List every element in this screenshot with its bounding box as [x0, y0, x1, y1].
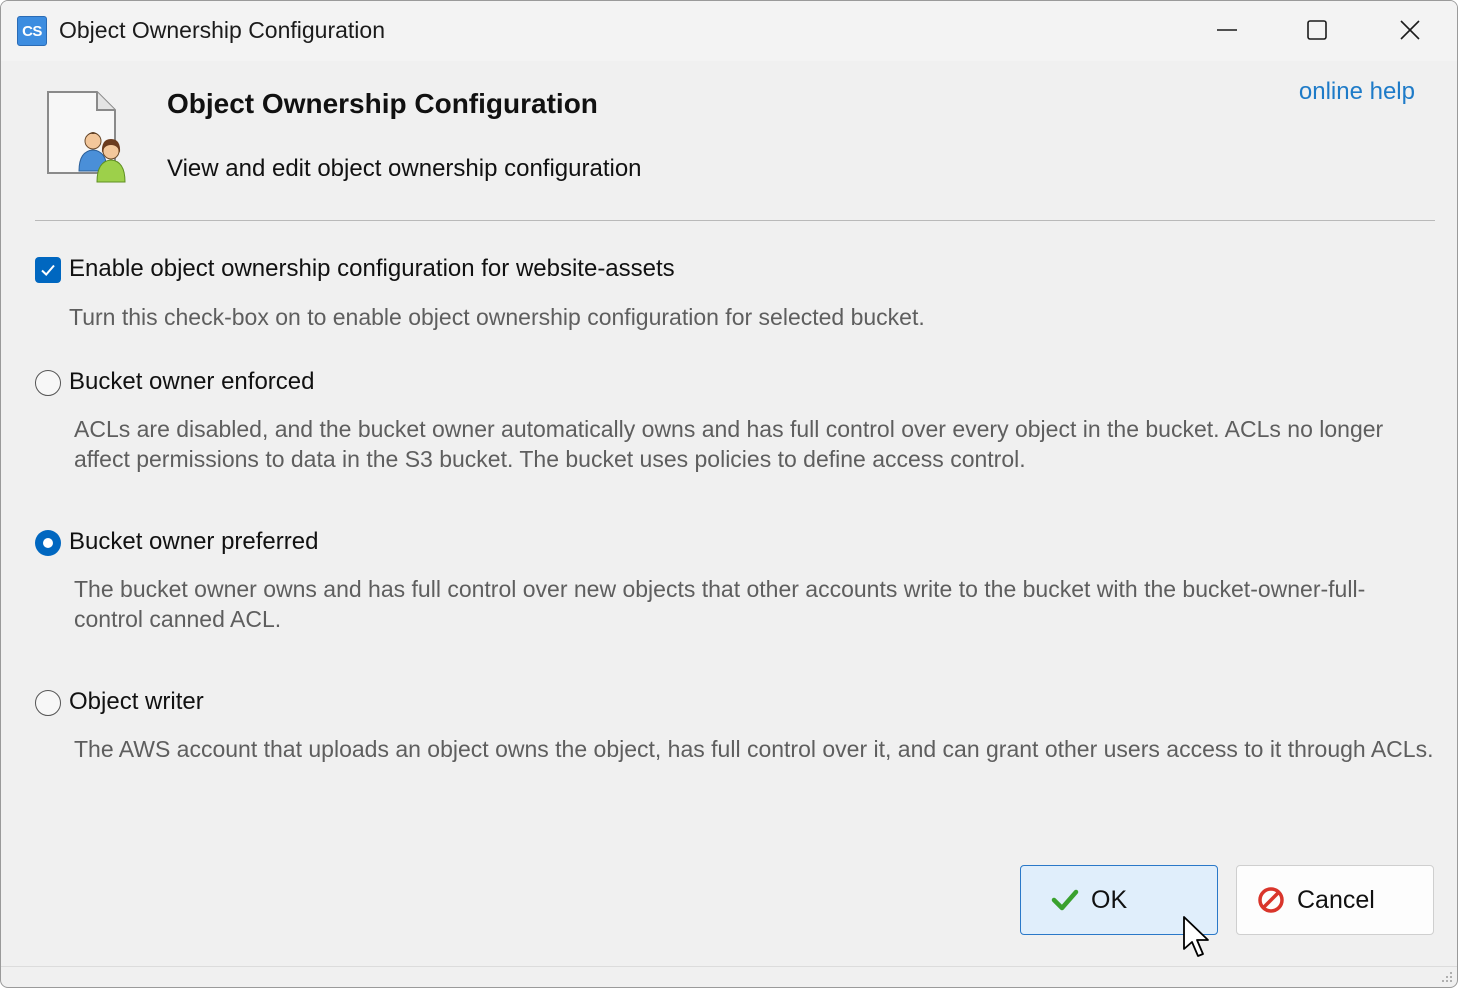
object-writer-description: The AWS account that uploads an object o…: [74, 736, 1434, 762]
radio-bucket-owner-enforced-label[interactable]: Bucket owner enforced: [69, 368, 314, 396]
dialog-window: CS Object Ownership Configuration Object…: [0, 0, 1458, 988]
ok-button-label: OK: [1091, 885, 1128, 914]
close-button[interactable]: [1364, 1, 1456, 59]
resize-grip-icon[interactable]: [1439, 969, 1453, 983]
minimize-icon: [1217, 29, 1237, 31]
radio-selected-dot: [43, 538, 53, 548]
page-subtitle: View and edit object ownership configura…: [167, 155, 642, 182]
checkmark-icon: [1051, 888, 1079, 912]
cancel-button-label: Cancel: [1297, 885, 1375, 914]
app-icon: CS: [17, 16, 47, 46]
bucket-owner-preferred-description: The bucket owner owns and has full contr…: [74, 576, 1366, 632]
title-bar[interactable]: CS Object Ownership Configuration: [1, 1, 1457, 61]
ok-button[interactable]: OK: [1020, 865, 1218, 935]
radio-bucket-owner-preferred-label[interactable]: Bucket owner preferred: [69, 528, 318, 556]
status-bar: [1, 966, 1457, 967]
header-divider: [35, 220, 1435, 221]
minimize-button[interactable]: [1181, 1, 1273, 59]
maximize-button[interactable]: [1271, 1, 1363, 59]
enable-description: Turn this check-box on to enable object …: [69, 304, 925, 330]
radio-bucket-owner-preferred[interactable]: [35, 530, 61, 556]
online-help-link[interactable]: online help: [1299, 78, 1415, 106]
maximize-icon: [1307, 20, 1327, 40]
enable-checkbox-label[interactable]: Enable object ownership configuration fo…: [69, 255, 675, 283]
bucket-owner-enforced-description: ACLs are disabled, and the bucket owner …: [74, 416, 1384, 472]
page-title: Object Ownership Configuration: [167, 88, 598, 119]
cancel-button[interactable]: Cancel: [1236, 865, 1434, 935]
radio-bucket-owner-enforced[interactable]: [35, 370, 61, 396]
window-title: Object Ownership Configuration: [59, 17, 385, 43]
checkbox-check-icon: [41, 264, 55, 276]
radio-object-writer-label[interactable]: Object writer: [69, 688, 204, 716]
close-icon: [1400, 20, 1420, 40]
prohibited-icon: [1257, 886, 1285, 914]
enable-checkbox[interactable]: [35, 257, 61, 283]
radio-object-writer[interactable]: [35, 690, 61, 716]
document-users-icon: [47, 91, 126, 183]
